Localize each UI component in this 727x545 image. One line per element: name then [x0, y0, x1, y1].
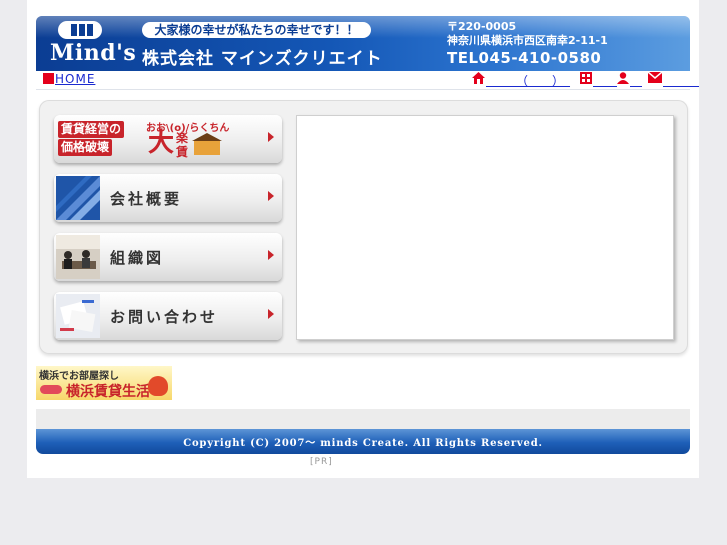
menu-contact[interactable]: お問い合わせ — [54, 292, 282, 340]
footer-top-bar — [36, 409, 690, 429]
documents-photo-thumb — [56, 294, 100, 338]
meeting-photo-thumb — [56, 235, 100, 279]
menu-label: 会社概要 — [110, 190, 183, 208]
house-icon — [472, 72, 485, 84]
page-container: Mind's 大家様の幸せが私たちの幸せです！！ 株式会社 マインズクリエイト … — [27, 0, 699, 478]
home-square-icon — [43, 73, 54, 84]
logo-mark-icon — [58, 21, 102, 39]
building-icon — [580, 72, 592, 84]
home-link[interactable]: HOME — [55, 72, 95, 86]
header-banner: Mind's 大家様の幸せが私たちの幸せです！！ 株式会社 マインズクリエイト … — [36, 16, 690, 71]
menu-label: 組織図 — [110, 249, 165, 267]
address: 神奈川県横浜市西区南幸2-11-1 — [447, 34, 608, 47]
arrow-right-icon — [268, 309, 274, 319]
mascot-icon — [148, 376, 168, 396]
nav-link-mail[interactable] — [663, 72, 699, 86]
yokohama-rental-banner[interactable]: 横浜でお部屋探し 横浜賃貸生活 — [36, 366, 172, 400]
promo-line-2: 価格破壊 — [58, 139, 113, 156]
copyright-text: Copyright (C) 2007～ minds Create. All Ri… — [183, 438, 543, 449]
arrow-right-icon — [268, 250, 274, 260]
pill-shape-icon — [40, 385, 62, 394]
pr-link[interactable]: [PR] — [310, 457, 333, 467]
address-block: 〒220-0005 神奈川県横浜市西区南幸2-11-1 — [447, 20, 608, 48]
arrow-right-icon — [268, 191, 274, 201]
blue-building-thumb — [56, 176, 100, 220]
person-icon — [617, 72, 629, 84]
nav-link-building[interactable] — [593, 72, 617, 86]
promo-brand-chars: 楽賃 — [176, 131, 189, 159]
banner-line-2: 横浜賃貸生活 — [66, 384, 150, 400]
nav-link-person[interactable] — [630, 72, 642, 86]
menu-promo-rakuchin[interactable]: 賃貸経営の 価格破壊 おお\(o)/らくちん 大 楽賃 — [54, 115, 282, 163]
nav-bar: HOME （ ） — [36, 71, 690, 90]
main-panel: 賃貸経営の 価格破壊 おお\(o)/らくちん 大 楽賃 会社概要 組織図 お問い… — [39, 100, 688, 354]
company-name: 株式会社 マインズクリエイト — [142, 49, 383, 69]
menu-label: お問い合わせ — [110, 308, 219, 326]
nav-link-house[interactable]: （ ） — [486, 72, 570, 88]
slogan: 大家様の幸せが私たちの幸せです！！ — [142, 22, 371, 38]
footer: Copyright (C) 2007～ minds Create. All Ri… — [36, 429, 690, 454]
logo-text[interactable]: Mind's — [50, 40, 136, 66]
banner-line-1: 横浜でお部屋探し — [39, 371, 119, 382]
postal-code: 〒220-0005 — [447, 20, 517, 33]
mail-icon — [648, 72, 662, 83]
phone-number: TEL045-410-0580 — [447, 49, 602, 67]
menu-org-chart[interactable]: 組織図 — [54, 233, 282, 281]
menu-company-overview[interactable]: 会社概要 — [54, 174, 282, 222]
house-illustration-icon — [192, 133, 222, 155]
arrow-right-icon — [268, 132, 274, 142]
content-area — [296, 115, 674, 340]
promo-brand-big: 大 — [148, 128, 175, 158]
promo-line-1: 賃貸経営の — [58, 121, 125, 138]
